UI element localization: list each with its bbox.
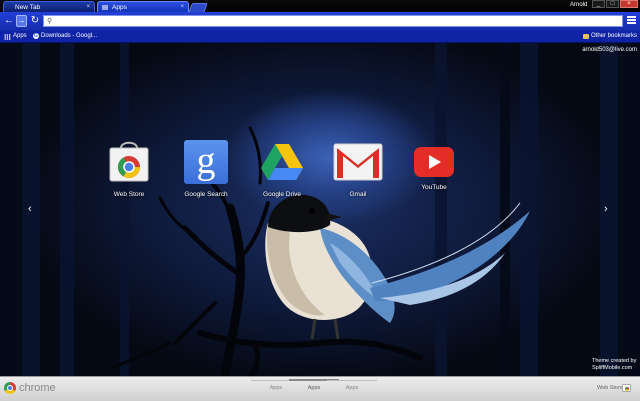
bookmarks-bar: Apps G Downloads - Googl... Other bookma… [0,31,640,43]
folder-icon [583,34,589,39]
search-icon: ⚲ [47,18,53,25]
tab-title: Apps [112,4,127,11]
chrome-logo-icon [4,382,16,394]
tab-title: New Tab [15,4,41,11]
apps-grid-icon [102,5,108,10]
omnibox[interactable]: ⚲ [43,15,623,27]
other-bookmarks[interactable]: Other bookmarks [583,31,637,42]
web-store-icon [107,140,151,184]
tab-strip: New Tab × Apps × Arnold _ □ × [0,0,640,13]
app-gmail[interactable]: Gmail [323,140,393,198]
ntp-footer: chrome Apps Apps Apps Web Store [0,376,640,401]
bookmark-label: Downloads - Googl... [41,33,98,39]
minimize-button[interactable]: _ [592,0,605,8]
web-store-icon[interactable] [622,384,631,392]
web-store-link[interactable]: Web Store [597,385,623,391]
app-google-drive[interactable]: Google Drive [247,140,317,198]
chrome-wordmark: chrome [19,382,56,394]
google-favicon-icon: G [33,33,39,39]
app-web-store[interactable]: Web Store [94,140,164,198]
google-drive-icon [260,140,304,184]
new-tab-page: arnold503@live.com Web Store g Google Se… [0,43,640,376]
browser-toolbar: ← → ↻ ⚲ [0,12,640,31]
credit-link[interactable]: SpliffMobile.com [592,365,636,372]
prev-page-arrow[interactable]: ‹ [28,203,32,215]
app-label: Gmail [349,191,367,198]
apps-grid-icon [4,34,11,40]
credit-line: Theme created by [592,358,637,364]
menu-icon[interactable] [627,16,636,26]
back-button[interactable]: ← [3,15,15,27]
bookmark-downloads[interactable]: G Downloads - Googl... [33,31,97,42]
bookmark-apps[interactable]: Apps [4,31,27,42]
next-page-arrow[interactable]: › [604,203,608,215]
app-label: Web Store [113,191,145,198]
bookmark-label: Apps [13,33,27,39]
gmail-icon [333,140,383,184]
close-window-button[interactable]: × [620,0,638,8]
address-input[interactable] [56,16,616,26]
app-label: YouTube [421,184,447,191]
account-email[interactable]: arnold503@live.com [582,47,637,53]
tab-new-tab[interactable]: New Tab × [3,1,95,12]
theme-credit[interactable]: Theme created by SpliffMobile.com [592,358,636,372]
google-search-icon: g [184,140,228,184]
youtube-icon [414,147,454,177]
profile-name-button[interactable]: Arnold [570,1,587,10]
app-label: Google Drive [263,191,301,198]
maximize-button[interactable]: □ [606,0,619,8]
page-switcher-apps[interactable]: Apps [322,380,382,391]
reload-button[interactable]: ↻ [29,15,41,27]
forward-button[interactable]: → [16,15,27,27]
theme-background [0,43,640,376]
app-youtube[interactable]: YouTube [399,140,469,191]
tab-apps[interactable]: Apps × [97,1,189,12]
bookmark-label: Other bookmarks [591,33,638,39]
app-label: Google Search [184,191,228,198]
app-google-search[interactable]: g Google Search [171,140,241,198]
